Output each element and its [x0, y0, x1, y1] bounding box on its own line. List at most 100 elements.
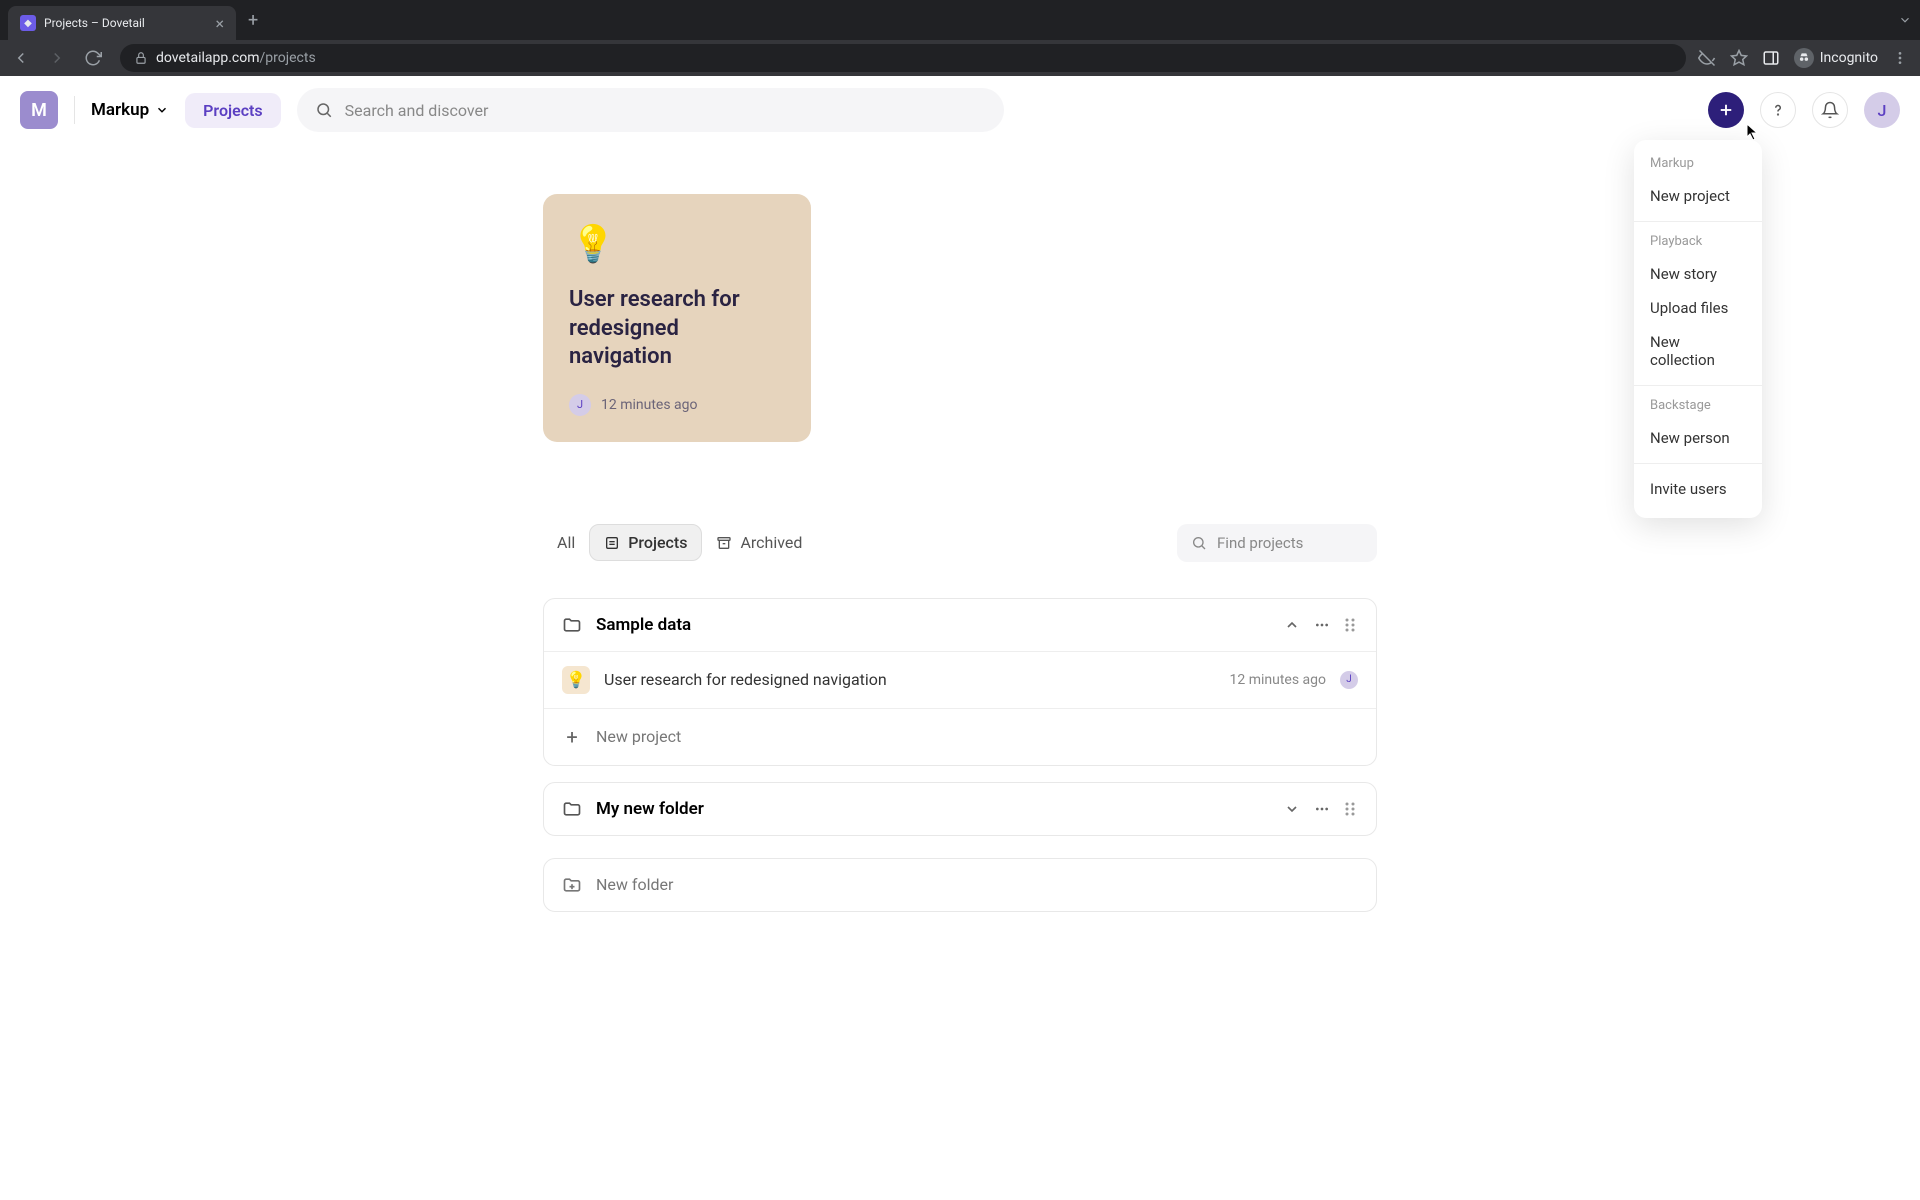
back-button[interactable]: [12, 49, 36, 67]
folder-my-new-folder: My new folder: [543, 782, 1377, 836]
app-header: M Markup Projects Search and discover J: [0, 76, 1920, 144]
drag-icon: [1344, 801, 1356, 817]
plus-icon: +: [562, 725, 582, 749]
panel-icon[interactable]: [1762, 49, 1780, 67]
close-tab-icon[interactable]: ×: [215, 14, 224, 33]
folder-menu-button[interactable]: [1312, 615, 1332, 635]
card-timestamp: 12 minutes ago: [601, 397, 698, 413]
new-tab-button[interactable]: +: [248, 10, 258, 31]
dropdown-section-playback: Playback: [1634, 230, 1762, 257]
reload-button[interactable]: [84, 49, 108, 67]
folder-icon: [562, 799, 582, 819]
star-icon[interactable]: [1730, 49, 1748, 67]
folder-menu-button[interactable]: [1312, 799, 1332, 819]
create-dropdown: Markup New project Playback New story Up…: [1634, 140, 1762, 518]
search-placeholder: Search and discover: [345, 101, 489, 120]
main-content: 💡 User research for redesigned navigatio…: [0, 144, 1920, 912]
create-button[interactable]: [1708, 92, 1744, 128]
folder-name: Sample data: [596, 615, 1268, 635]
folder-plus-icon: [562, 875, 582, 895]
help-button[interactable]: [1760, 92, 1796, 128]
chrome-menu-icon[interactable]: [1892, 50, 1908, 66]
featured-project-card[interactable]: 💡 User research for redesigned navigatio…: [543, 194, 811, 442]
browser-address-bar: dovetailapp.com/projects Incognito: [0, 40, 1920, 76]
card-author-avatar: J: [569, 394, 591, 416]
dropdown-section-backstage: Backstage: [1634, 394, 1762, 421]
incognito-label: Incognito: [1820, 50, 1878, 66]
new-project-button[interactable]: + New project: [544, 708, 1376, 765]
nav-projects[interactable]: Projects: [185, 93, 281, 128]
search-icon: [1191, 535, 1207, 551]
more-icon: [1314, 801, 1330, 817]
url-path: /projects: [260, 50, 316, 66]
folder-icon: [562, 615, 582, 635]
chevron-up-icon: [1284, 617, 1300, 633]
workspace-name-label: Markup: [91, 100, 149, 120]
card-title: User research for redesigned navigation: [569, 286, 785, 372]
chevron-down-icon: [155, 103, 169, 117]
folder-name: My new folder: [596, 799, 1268, 819]
incognito-indicator[interactable]: Incognito: [1794, 48, 1878, 68]
filter-all[interactable]: All: [543, 525, 589, 560]
filter-projects[interactable]: Projects: [589, 524, 702, 561]
dropdown-new-project[interactable]: New project: [1634, 179, 1762, 213]
user-avatar[interactable]: J: [1864, 92, 1900, 128]
notifications-button[interactable]: [1812, 92, 1848, 128]
url-domain: dovetailapp.com: [156, 50, 260, 66]
dropdown-section-markup: Markup: [1634, 152, 1762, 179]
new-project-label: New project: [596, 727, 681, 746]
folder-header[interactable]: Sample data: [544, 599, 1376, 651]
find-projects-input[interactable]: Find projects: [1177, 524, 1377, 562]
eye-off-icon[interactable]: [1698, 49, 1716, 67]
filter-archived-label: Archived: [740, 533, 802, 552]
drag-handle[interactable]: [1342, 799, 1358, 819]
dropdown-new-collection[interactable]: New collection: [1634, 325, 1762, 377]
incognito-icon: [1794, 48, 1814, 68]
dropdown-new-story[interactable]: New story: [1634, 257, 1762, 291]
lightbulb-icon: 💡: [562, 666, 590, 694]
filter-row: All Projects Archived Find projects: [543, 524, 1377, 562]
plus-icon: [1717, 101, 1735, 119]
dropdown-upload-files[interactable]: Upload files: [1634, 291, 1762, 325]
bell-icon: [1821, 101, 1839, 119]
project-author-avatar: J: [1340, 671, 1358, 689]
dropdown-new-person[interactable]: New person: [1634, 421, 1762, 455]
chrome-tabs-menu-icon[interactable]: [1898, 13, 1912, 27]
workspace-switcher[interactable]: Markup: [91, 100, 169, 120]
project-row[interactable]: 💡 User research for redesigned navigatio…: [544, 651, 1376, 708]
drag-handle[interactable]: [1342, 615, 1358, 635]
more-icon: [1314, 617, 1330, 633]
new-folder-button[interactable]: New folder: [543, 858, 1377, 912]
lock-icon: [134, 51, 148, 65]
question-icon: [1769, 101, 1787, 119]
divider: [1634, 385, 1762, 386]
search-icon: [315, 101, 333, 119]
new-folder-label: New folder: [596, 875, 673, 894]
expand-button[interactable]: [1282, 799, 1302, 819]
divider: [1634, 221, 1762, 222]
folder-sample-data: Sample data 💡 User research for redesign…: [543, 598, 1377, 766]
collapse-button[interactable]: [1282, 615, 1302, 635]
tab-title: Projects – Dovetail: [44, 16, 207, 30]
address-input[interactable]: dovetailapp.com/projects: [120, 44, 1686, 72]
tab-favicon-icon: ◆: [20, 15, 36, 31]
projects-icon: [604, 535, 620, 551]
divider: [1634, 463, 1762, 464]
lightbulb-icon: 💡: [569, 220, 617, 268]
find-placeholder: Find projects: [1217, 534, 1303, 552]
browser-tab-strip: ◆ Projects – Dovetail × +: [0, 0, 1920, 40]
drag-icon: [1344, 617, 1356, 633]
filter-projects-label: Projects: [628, 533, 687, 552]
archive-icon: [716, 535, 732, 551]
dropdown-invite-users[interactable]: Invite users: [1634, 472, 1762, 506]
chevron-down-icon: [1284, 801, 1300, 817]
filter-archived[interactable]: Archived: [702, 525, 816, 560]
browser-tab[interactable]: ◆ Projects – Dovetail ×: [8, 6, 236, 40]
workspace-badge[interactable]: M: [20, 91, 58, 129]
forward-button[interactable]: [48, 49, 72, 67]
project-timestamp: 12 minutes ago: [1229, 672, 1326, 688]
global-search[interactable]: Search and discover: [297, 88, 1005, 132]
folder-header[interactable]: My new folder: [544, 783, 1376, 835]
project-title: User research for redesigned navigation: [604, 670, 1215, 689]
divider: [74, 96, 75, 124]
